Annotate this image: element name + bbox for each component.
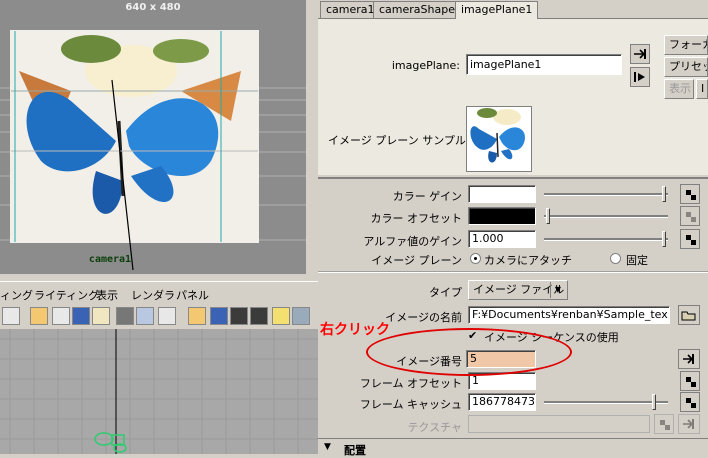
sphere-icon[interactable]	[92, 307, 110, 325]
node-tabs: camera1 cameraShape1 imagePlane1	[318, 0, 708, 20]
attach-to-camera-radio[interactable]	[470, 253, 481, 264]
image-name-field[interactable]: F:¥Documents¥renban¥Sample_tex.001	[468, 306, 670, 324]
color-offset-swatch[interactable]	[468, 207, 536, 225]
color-gain-slider[interactable]	[544, 185, 668, 203]
checker-icon[interactable]	[116, 307, 134, 325]
panel-toolbar	[0, 305, 318, 329]
attach-to-camera-label: カメラにアタッチ	[484, 254, 572, 267]
cube-dark-icon[interactable]	[230, 307, 248, 325]
color-gain-map-button[interactable]	[680, 184, 700, 204]
tab-imageplane1[interactable]: imagePlane1	[455, 1, 539, 20]
attribute-editor-body: カラー ゲイン カラー オフセット アルファ値のゲイン 1.000 イメージ プ…	[318, 177, 708, 457]
wireframe-icon[interactable]	[2, 307, 20, 325]
type-label: タイプ	[429, 286, 462, 299]
texture-connect-icon[interactable]	[678, 414, 700, 434]
panel-menu-bar: ィング ライティング 表示 レンダラ パネル	[0, 281, 318, 306]
presets-button[interactable]: プリセッ	[664, 57, 708, 77]
type-dropdown[interactable]: イメージ ファイル ▼	[468, 280, 568, 300]
menu-item-renderer[interactable]: レンダラ	[131, 287, 175, 303]
fixed-radio[interactable]	[610, 253, 621, 264]
color-gain-swatch[interactable]	[468, 185, 536, 203]
image-number-connect-icon[interactable]	[678, 349, 700, 369]
camera-name-label: camera1	[88, 254, 132, 265]
select-input-icon[interactable]	[630, 44, 650, 64]
menu-item-show[interactable]: 表示	[96, 287, 118, 303]
camera-viewport[interactable]: 640 x 480 camera1	[0, 0, 306, 274]
frame-offset-field[interactable]: 1	[468, 372, 536, 390]
imageplane-name-field[interactable]: imagePlane1	[466, 54, 622, 75]
image-number-label: イメージ番号	[396, 355, 462, 368]
frame-cache-slider[interactable]	[544, 393, 668, 411]
frame-cache-field[interactable]: 1867784736	[468, 393, 536, 411]
light-bulb-icon[interactable]	[272, 307, 290, 325]
cube-outline-icon[interactable]	[188, 307, 206, 325]
focus-button[interactable]: フォーカ	[664, 35, 708, 55]
color-gain-label: カラー ゲイン	[392, 190, 462, 203]
camera-icon[interactable]	[72, 307, 90, 325]
menu-item-panels[interactable]: パネル	[176, 287, 209, 303]
fixed-label: 固定	[626, 254, 648, 267]
cube-shaded-icon[interactable]	[210, 307, 228, 325]
frame-offset-label: フレーム オフセット	[359, 377, 462, 390]
texture-map-button[interactable]	[654, 414, 674, 434]
tab-camerashape1[interactable]: cameraShape1	[373, 1, 468, 18]
collapse-arrow-icon: ▼	[324, 442, 331, 452]
imageplane-label: imagePlane:	[391, 59, 460, 72]
alpha-gain-slider[interactable]	[544, 230, 668, 248]
tab-camera1[interactable]: camera1	[320, 1, 381, 18]
menu-item-shading[interactable]: ィング	[0, 287, 33, 303]
camera-line	[111, 79, 134, 271]
cube-black-icon[interactable]	[250, 307, 268, 325]
color-offset-slider[interactable]	[544, 207, 668, 225]
perspective-viewport[interactable]	[0, 329, 318, 454]
viewport-grid	[0, 329, 318, 454]
select-output-icon[interactable]	[630, 67, 650, 87]
hide-button[interactable]: I	[696, 79, 708, 99]
right-click-annotation: 右クリック	[320, 322, 390, 338]
menu-item-lighting[interactable]: ライティング	[34, 287, 99, 303]
dropdown-arrow-icon: ▼	[550, 282, 565, 298]
show-button[interactable]: 表示	[664, 79, 694, 99]
grid-toggle-icon[interactable]	[30, 307, 48, 325]
texture-icon[interactable]	[136, 307, 154, 325]
alpha-gain-field[interactable]: 1.000	[468, 230, 536, 248]
attribute-editor-header: imagePlane: imagePlane1 フォーカ プリセッ 表示 I イ…	[318, 19, 708, 175]
color-offset-label: カラー オフセット	[370, 212, 463, 225]
texture-label: テクスチャ	[407, 421, 462, 434]
film-gate-icon[interactable]	[52, 307, 70, 325]
use-sequence-checkbox[interactable]: ✔	[468, 330, 479, 341]
frame-cache-label: フレーム キャッシュ	[359, 398, 462, 411]
imageplane-sample-swatch	[466, 106, 532, 172]
frame-cache-map-button[interactable]	[680, 392, 700, 412]
frame-offset-map-button[interactable]	[680, 371, 700, 391]
section-divider	[318, 271, 708, 273]
texture-field[interactable]	[468, 415, 650, 433]
placement-section-header[interactable]: ▼ 配置	[318, 438, 708, 457]
alpha-gain-label: アルファ値のゲイン	[363, 235, 462, 248]
isolate-icon[interactable]	[292, 307, 310, 325]
placement-section-label: 配置	[344, 444, 366, 457]
color-offset-map-button[interactable]	[680, 206, 700, 226]
imageplane-sample-label: イメージ プレーン サンプル	[328, 134, 466, 147]
use-sequence-label: イメージ シーケンスの使用	[484, 331, 619, 344]
alpha-gain-map-button[interactable]	[680, 229, 700, 249]
image-plane-mode-label: イメージ プレーン	[371, 254, 462, 267]
image-number-field[interactable]: 5	[466, 350, 536, 368]
folder-browse-icon[interactable]	[678, 305, 700, 325]
text-icon[interactable]	[158, 307, 176, 325]
